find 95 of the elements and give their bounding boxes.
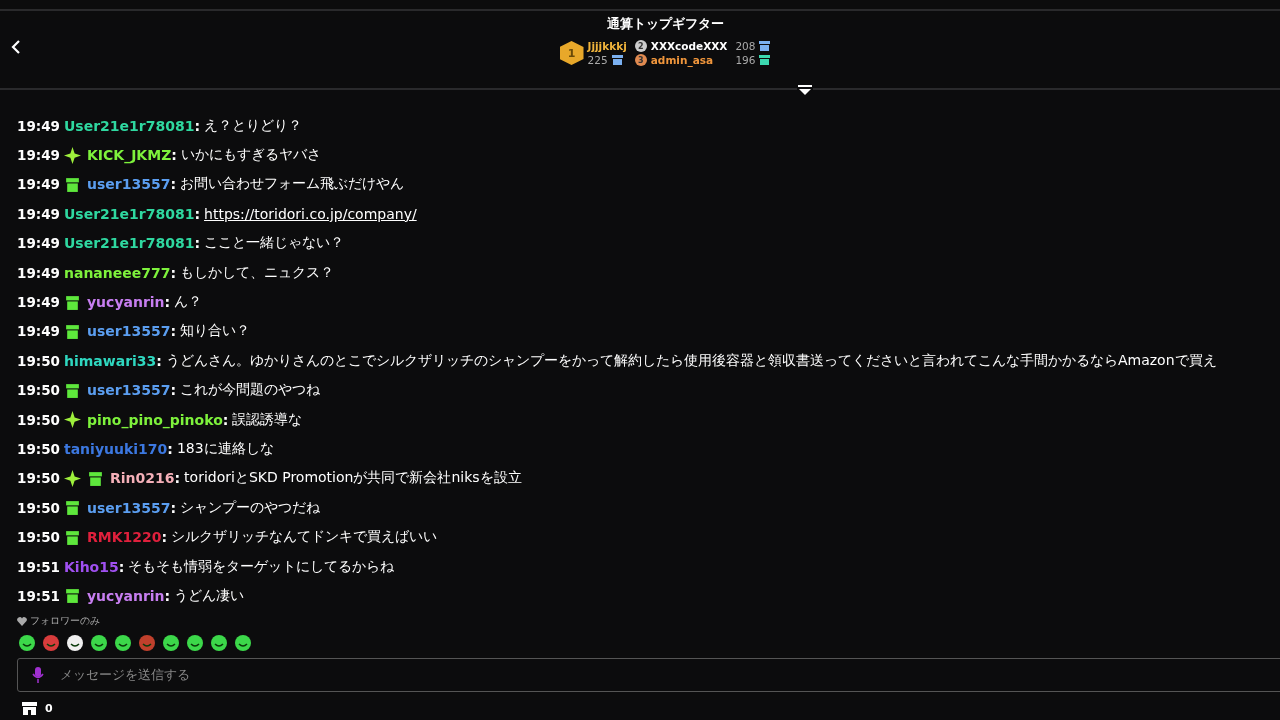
message-time: 19:50 [17,352,60,369]
message-time: 19:50 [17,470,60,487]
message-text: 183に連絡しな [176,440,274,458]
message-time: 19:49 [17,117,60,134]
emote-icon[interactable] [162,633,180,652]
message-time: 19:49 [17,147,60,164]
colon: : [164,587,171,604]
message-text: うどんさん。ゆかりさんのとこでシルクザリッチのシャンプーをかって解約したら使用後容器と領収書送ってくださいと言われてこんな手間かかるならAmazonで買え [165,351,1217,370]
emote-icon[interactable] [114,633,132,652]
gift-icon [759,41,771,51]
gifter-name: XXXcodeXXX [650,40,728,52]
message-text: シャンプーのやつだね [180,498,320,517]
rank-badge: 2 [634,40,647,52]
message-input[interactable]: メッセージを送信する [17,657,1280,692]
emote-icon[interactable] [234,633,252,652]
emote-icon[interactable] [210,633,228,652]
message-link[interactable]: https://toridori.co.jp/company/ [204,205,417,222]
gift-count: 196 [735,54,756,66]
message-time: 19:51 [17,558,60,575]
colon: : [170,382,176,399]
message-time: 19:49 [17,235,60,252]
username[interactable]: Kiho15 [64,558,119,575]
gift-icon [759,55,771,65]
username[interactable]: yucyanrin [87,587,165,604]
username[interactable]: taniyuuki170 [64,441,168,457]
colon: : [194,205,201,222]
message-time: 19:50 [17,441,60,457]
message-time: 19:49 [17,205,60,222]
colon: : [156,352,162,369]
emote-icon[interactable] [90,633,108,652]
emote-icon[interactable] [18,633,36,652]
colon: : [161,529,168,546]
gifter-name: Jjjjkkkj [587,40,627,52]
username[interactable]: user13557 [87,323,171,340]
chat-mode-label: フォロワーのみ [30,614,100,628]
username[interactable]: user13557 [87,382,171,399]
rank-badge: 3 [634,54,647,66]
message-text: 知り合い？ [180,322,250,341]
message-text: え？とりどり？ [204,116,303,135]
username[interactable]: pino_pino_pinoko [87,411,223,428]
header-title: 通算トップギフター [606,16,724,33]
microphone-icon[interactable] [32,666,44,683]
username[interactable]: user13557 [87,176,171,193]
colon: : [194,117,201,134]
username[interactable]: User21e1r78081 [64,235,195,252]
message-text: これが今問題のやつね [180,381,320,400]
username[interactable]: KICK_JKMZ [87,147,172,164]
username[interactable]: himawari33 [64,352,157,369]
username[interactable]: User21e1r78081 [64,117,195,134]
message-time: 19:50 [17,499,60,516]
message-time: 19:49 [17,264,60,281]
message-text: お問い合わせフォーム飛ぶだけやん [180,175,404,194]
username[interactable]: yucyanrin [87,294,165,311]
colon: : [170,176,176,193]
gifter-name: admin_asa [650,54,714,66]
message-text: シルクザリッチなんてドンキで買えばいい [171,528,438,547]
colon: : [170,499,176,516]
colon: : [174,470,181,487]
gift-count: 208 [735,40,756,52]
rank-badge: 1 [559,41,584,65]
message-time: 19:50 [17,382,60,399]
message-time: 19:50 [17,411,60,428]
message-time: 19:49 [17,294,60,311]
message-text: ん？ [174,293,203,312]
gift-count: 225 [587,54,608,66]
colon: : [222,411,229,428]
message-text: 誤認誘導な [232,410,303,429]
message-time: 19:49 [17,176,60,193]
emote-icon[interactable] [66,633,84,652]
message-time: 19:50 [17,529,60,546]
colon: : [167,441,173,457]
username[interactable]: nananeee777 [64,264,171,281]
colon: : [171,147,177,164]
colon: : [118,558,125,575]
message-text: toridoriとSKD Promotionが共同で新会社niksを設立 [184,469,522,488]
message-time: 19:49 [17,323,60,340]
heart-icon [17,616,27,626]
username[interactable]: User21e1r78081 [64,205,195,222]
username[interactable]: RMK1220 [87,529,162,546]
gift-icon [611,55,623,65]
message-text: もしかして、ニュクス？ [180,263,335,282]
colon: : [194,235,201,252]
colon: : [170,323,176,340]
emote-icon[interactable] [186,633,204,652]
username[interactable]: user13557 [87,499,171,516]
colon: : [164,294,171,311]
message-text: いかにもすぎるヤバさ [180,146,321,165]
message-text: そもそも情弱をターゲットにしてるからね [128,557,395,576]
message-text: ここと一緒じゃない？ [204,234,345,253]
store-icon[interactable] [22,701,37,715]
colon: : [170,264,177,281]
username[interactable]: Rin0216 [110,470,175,487]
message-text: うどん凄い [174,586,245,605]
points-count: 0 [45,701,53,715]
message-time: 19:51 [17,587,60,604]
